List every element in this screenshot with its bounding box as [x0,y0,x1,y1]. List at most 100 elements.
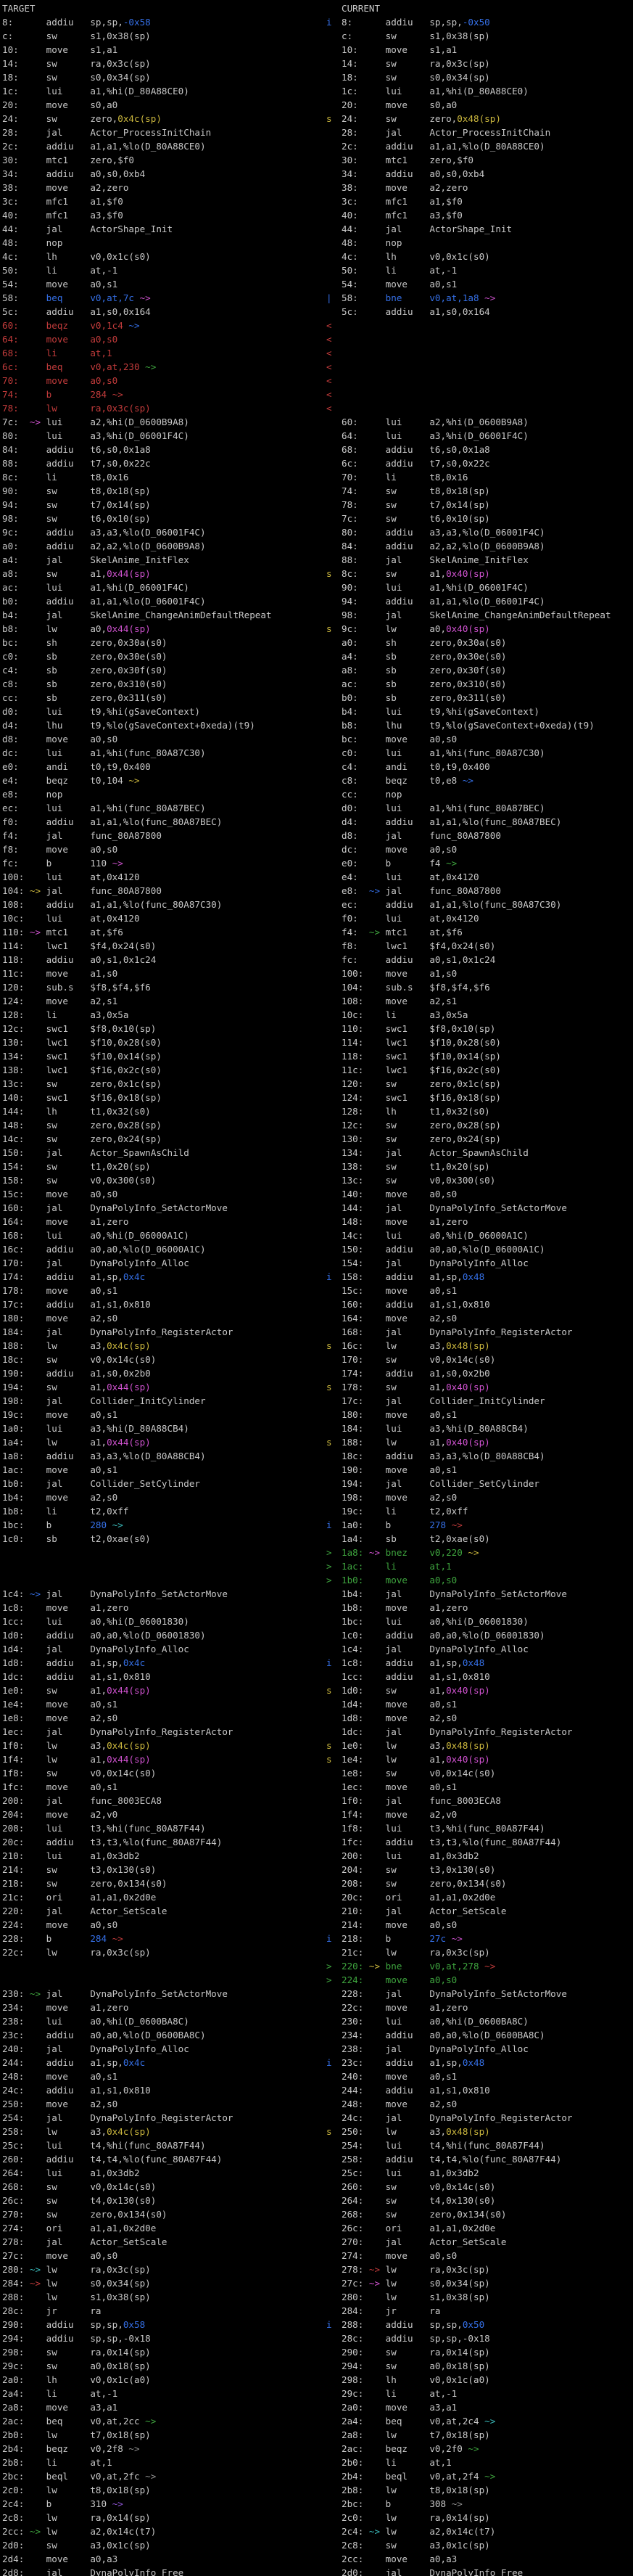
asm-line-target: 278: jal Actor_SetScale [2,2235,326,2249]
diff-marker [326,70,342,84]
asm-line-target: cc: sb zero,0x311(s0) [2,691,326,705]
asm-line-target: 1ac: move a0,s1 [2,1463,326,1477]
asm-line-target: 200: jal func_8003ECA8 [2,1794,326,1808]
asm-line-current: 18: sw s0,0x34(sp) [342,70,633,84]
asm-row: 194: sw a1,0x44(sp)s178: sw a1,0x40(sp) [2,1380,633,1394]
asm-line-current: 104: sub.s $f8,$f4,$f6 [342,980,633,994]
asm-line-current: 288: addiu sp,sp,0x50 [342,2318,633,2331]
asm-line-current: 2d0: jal DynaPolyInfo_Free [342,2566,633,2576]
asm-row: >1b0: move a0,s0 [2,1573,633,1587]
asm-line-target: 1d0: addiu a0,a0,%lo(D_06001830) [2,1628,326,1642]
diff-marker [326,898,342,911]
asm-row: 64: move a0,s0< [2,332,633,346]
asm-line-target: 158: sw v0,0x300(s0) [2,1173,326,1187]
diff-marker: s [326,1752,342,1766]
diff-marker [326,484,342,498]
asm-row: 88: addiu t7,s0,0x22c6c: addiu t7,s0,0x2… [2,456,633,470]
asm-line-target: c: sw s1,0x38(sp) [2,29,326,43]
asm-line-current: 128: lh t1,0x32(s0) [342,1104,633,1118]
asm-line-target: 20c: addiu t3,t3,%lo(func_80A87F44) [2,1835,326,1849]
asm-row: c4: sb zero,0x30f(s0)a8: sb zero,0x30f(s… [2,663,633,677]
asm-line-current: 240: move a0,s1 [342,2070,633,2083]
diff-marker [326,167,342,181]
diff-marker [326,774,342,787]
asm-line-target: 24c: addiu a1,s1,0x810 [2,2083,326,2097]
asm-row: 1f0: lw a3,0x4c(sp)s1e0: lw a3,0x48(sp) [2,1739,633,1752]
asm-line-current: 130: sw zero,0x24(sp) [342,1132,633,1146]
asm-line-current: ec: addiu a1,a1,%lo(func_80A87C30) [342,898,633,911]
asm-line-current: 1e4: lw a1,0x40(sp) [342,1752,633,1766]
asm-row: 1d4: jal DynaPolyInfo_Alloc1c4: jal Dyna… [2,1642,633,1656]
asm-line-target: 148: sw zero,0x28(sp) [2,1118,326,1132]
asm-row: 48: nop 48: nop [2,236,633,250]
asm-line-current: 260: sw v0,0x14c(s0) [342,2180,633,2194]
diff-marker [326,842,342,856]
asm-line-current: 158: addiu a1,sp,0x48 [342,1270,633,1284]
asm-line-target: 238: lui a0,%hi(D_0600BA8C) [2,2014,326,2028]
diff-marker [326,1311,342,1325]
asm-line-target: 118: addiu a0,s1,0x1c24 [2,953,326,967]
asm-line-current: 1cc: addiu a1,s1,0x810 [342,1670,633,1683]
asm-line-target: 1b8: li t2,0xff [2,1504,326,1518]
asm-row: 1a4: lw a1,0x44(sp)s188: lw a1,0x40(sp) [2,1435,633,1449]
asm-line-target: 208: lui t3,%hi(func_80A87F44) [2,1821,326,1835]
asm-line-current: 180: move a0,s1 [342,1408,633,1422]
asm-line-target: 18c: sw v0,0x14c(s0) [2,1353,326,1366]
asm-line-current: 14c: lui a0,%hi(D_06000A1C) [342,1228,633,1242]
diff-marker [326,1049,342,1063]
diff-marker [326,718,342,732]
asm-line-current: f0: lui at,0x4120 [342,911,633,925]
diff-marker [326,2400,342,2414]
asm-row: fc: b 110 ~>e0: b f4 ~> [2,856,633,870]
asm-row: c: sw s1,0x38(sp)c: sw s1,0x38(sp) [2,29,633,43]
asm-line-target: a8: sw a1,0x44(sp) [2,567,326,581]
diff-marker: > [326,1559,342,1573]
asm-line-current: d8: jal func_80A87800 [342,829,633,842]
asm-row: 27c: move a0,s0274: move a0,s0 [2,2249,633,2263]
asm-line-target: 1bc: b 280 ~> [2,1518,326,1532]
asm-line-current: 2b8: lw t8,0x18(sp) [342,2483,633,2497]
diff-marker [326,194,342,208]
asm-line-current: 2c: addiu a1,a1,%lo(D_80A88CE0) [342,139,633,153]
asm-line-target: 240: jal DynaPolyInfo_Alloc [2,2042,326,2056]
diff-marker [326,2428,342,2442]
asm-row: 28c: jr ra284: jr ra [2,2304,633,2318]
asm-line-current: b4: lui t9,%hi(gSaveContext) [342,705,633,718]
diff-marker [326,263,342,277]
asm-line-current: e8: ~> jal func_80A87800 [342,884,633,898]
asm-line-target: 14c: sw zero,0x24(sp) [2,1132,326,1146]
diff-marker [326,884,342,898]
asm-row: 14c: sw zero,0x24(sp) 130: sw zero,0x24(s… [2,1132,633,1146]
asm-row: 268: sw v0,0x14c(s0)260: sw v0,0x14c(s0) [2,2180,633,2194]
asm-line-current: 110: swc1 $f8,0x10(sp) [342,1022,633,1035]
asm-row: 184: jal DynaPolyInfo_RegisterActor168: … [2,1325,633,1339]
asm-line-current: 138: sw t1,0x20(sp) [342,1160,633,1173]
asm-row: 17c: addiu a1,s1,0x810160: addiu a1,s1,0… [2,1297,633,1311]
diff-marker [326,1008,342,1022]
asm-row: 26c: sw t4,0x130(s0)264: sw t4,0x130(s0) [2,2194,633,2207]
asm-line-current: 1a4: sb t2,0xae(s0) [342,1532,633,1546]
diff-marker [326,2001,342,2014]
asm-line-target: 2c0: lw t8,0x18(sp) [2,2483,326,2497]
diff-marker [326,1463,342,1477]
asm-row: 140: swc1 $f16,0x18(sp)124: swc1 $f16,0x… [2,1091,633,1104]
asm-line-target: e8: nop [2,787,326,801]
asm-row: 2c0: lw t8,0x18(sp) 2b8: lw t8,0x18(sp) [2,2483,633,2497]
asm-row: 50: li at,-150: li at,-1 [2,263,633,277]
asm-line-target: 104: ~> jal func_80A87800 [2,884,326,898]
asm-line-current: e0: b f4 ~> [342,856,633,870]
asm-line-current: 1b4: jal DynaPolyInfo_SetActorMove [342,1587,633,1601]
diff-marker [326,539,342,553]
diff-marker: s [326,1435,342,1449]
diff-marker [326,2152,342,2166]
asm-row: 13c: sw zero,0x1c(sp)120: sw zero,0x1c(s… [2,1077,633,1091]
asm-line-current: 168: jal DynaPolyInfo_RegisterActor [342,1325,633,1339]
asm-row: 240: jal DynaPolyInfo_Alloc238: jal Dyna… [2,2042,633,2056]
asm-line-target: 1c: lui a1,%hi(D_80A88CE0) [2,84,326,98]
diff-marker [326,2042,342,2056]
asm-row: 5c: addiu a1,s0,0x1645c: addiu a1,s0,0x1… [2,305,633,319]
asm-line-current: 2bc: b 308 ~> [342,2497,633,2511]
asm-line-target: 98: sw t6,0x10(sp) [2,512,326,525]
asm-row: 1e4: move a0,s11d4: move a0,s1 [2,1697,633,1711]
diff-marker [326,1532,342,1546]
